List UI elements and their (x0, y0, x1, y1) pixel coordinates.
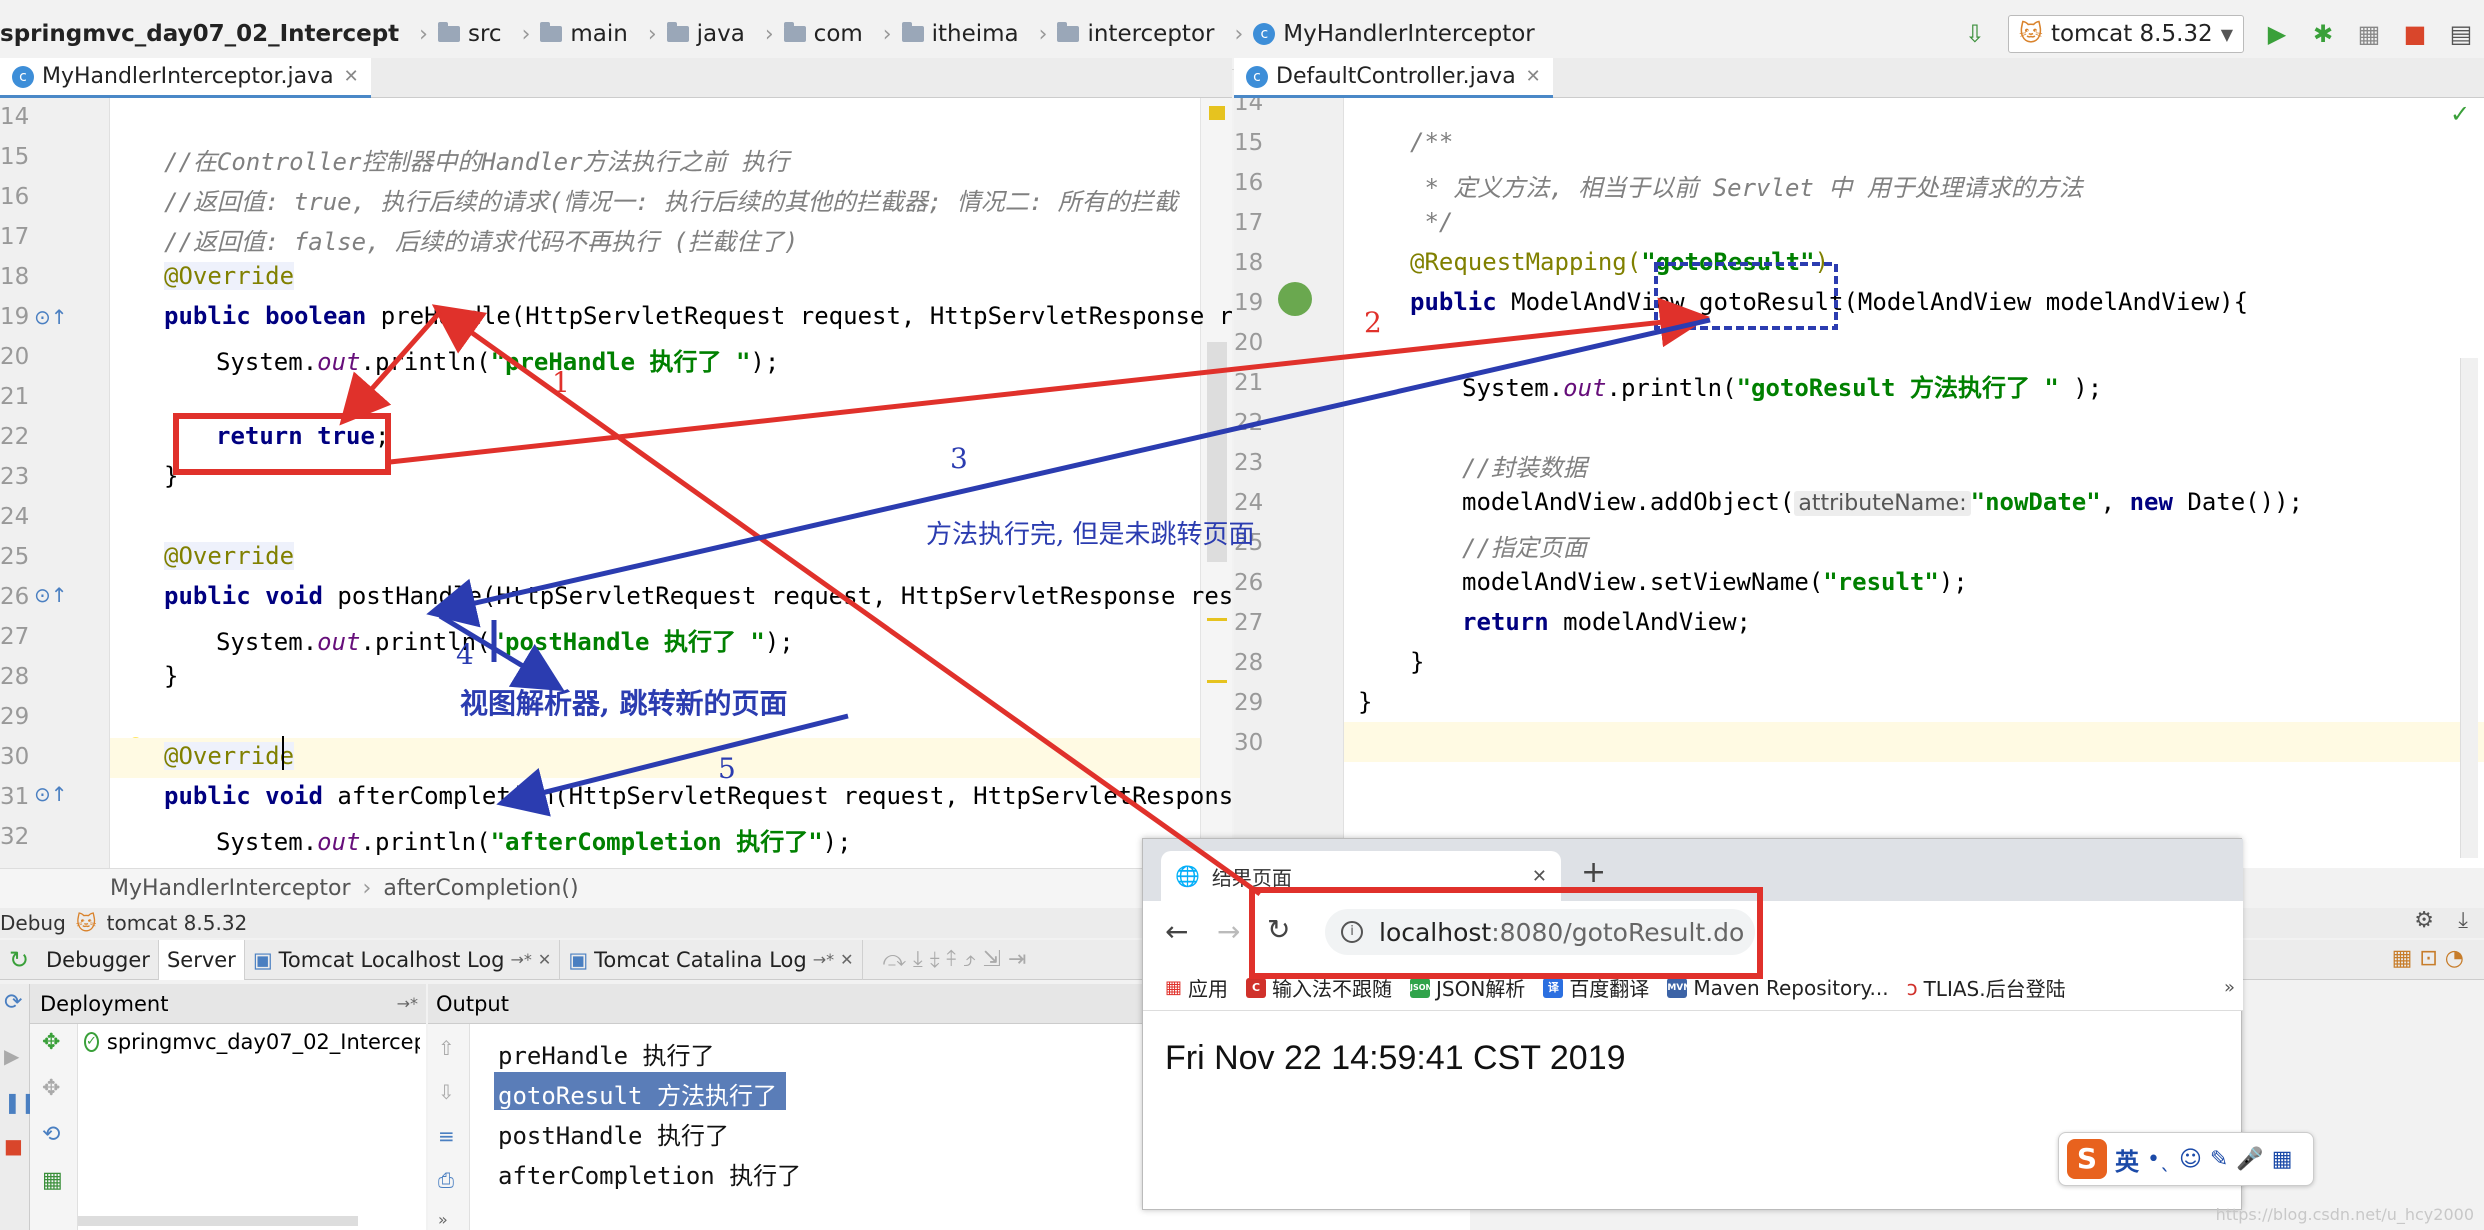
annotation-note-4: 视图解析器, 跳转新的页面 (460, 687, 788, 720)
arrow-1-return (339, 310, 442, 426)
arrow-5-aftercompletion (496, 713, 849, 817)
arrow-2-to-controller (389, 297, 1710, 465)
annotation-4: 4 (456, 638, 474, 671)
annotation-overlay (173, 262, 1838, 979)
annotation-1: 1 (552, 366, 570, 399)
highlight-box-url (1249, 887, 1763, 979)
annotation-3: 3 (950, 442, 968, 475)
watermark: https://blog.csdn.net/u_hcy2000 (2215, 1205, 2474, 1224)
annotation-note-3: 方法执行完, 但是未跳转页面 (926, 520, 1255, 550)
annotation-5: 5 (718, 752, 736, 785)
arrow-3-posthandle (426, 317, 1711, 628)
highlight-box-return-true (173, 413, 391, 475)
annotation-2: 2 (1364, 306, 1382, 339)
